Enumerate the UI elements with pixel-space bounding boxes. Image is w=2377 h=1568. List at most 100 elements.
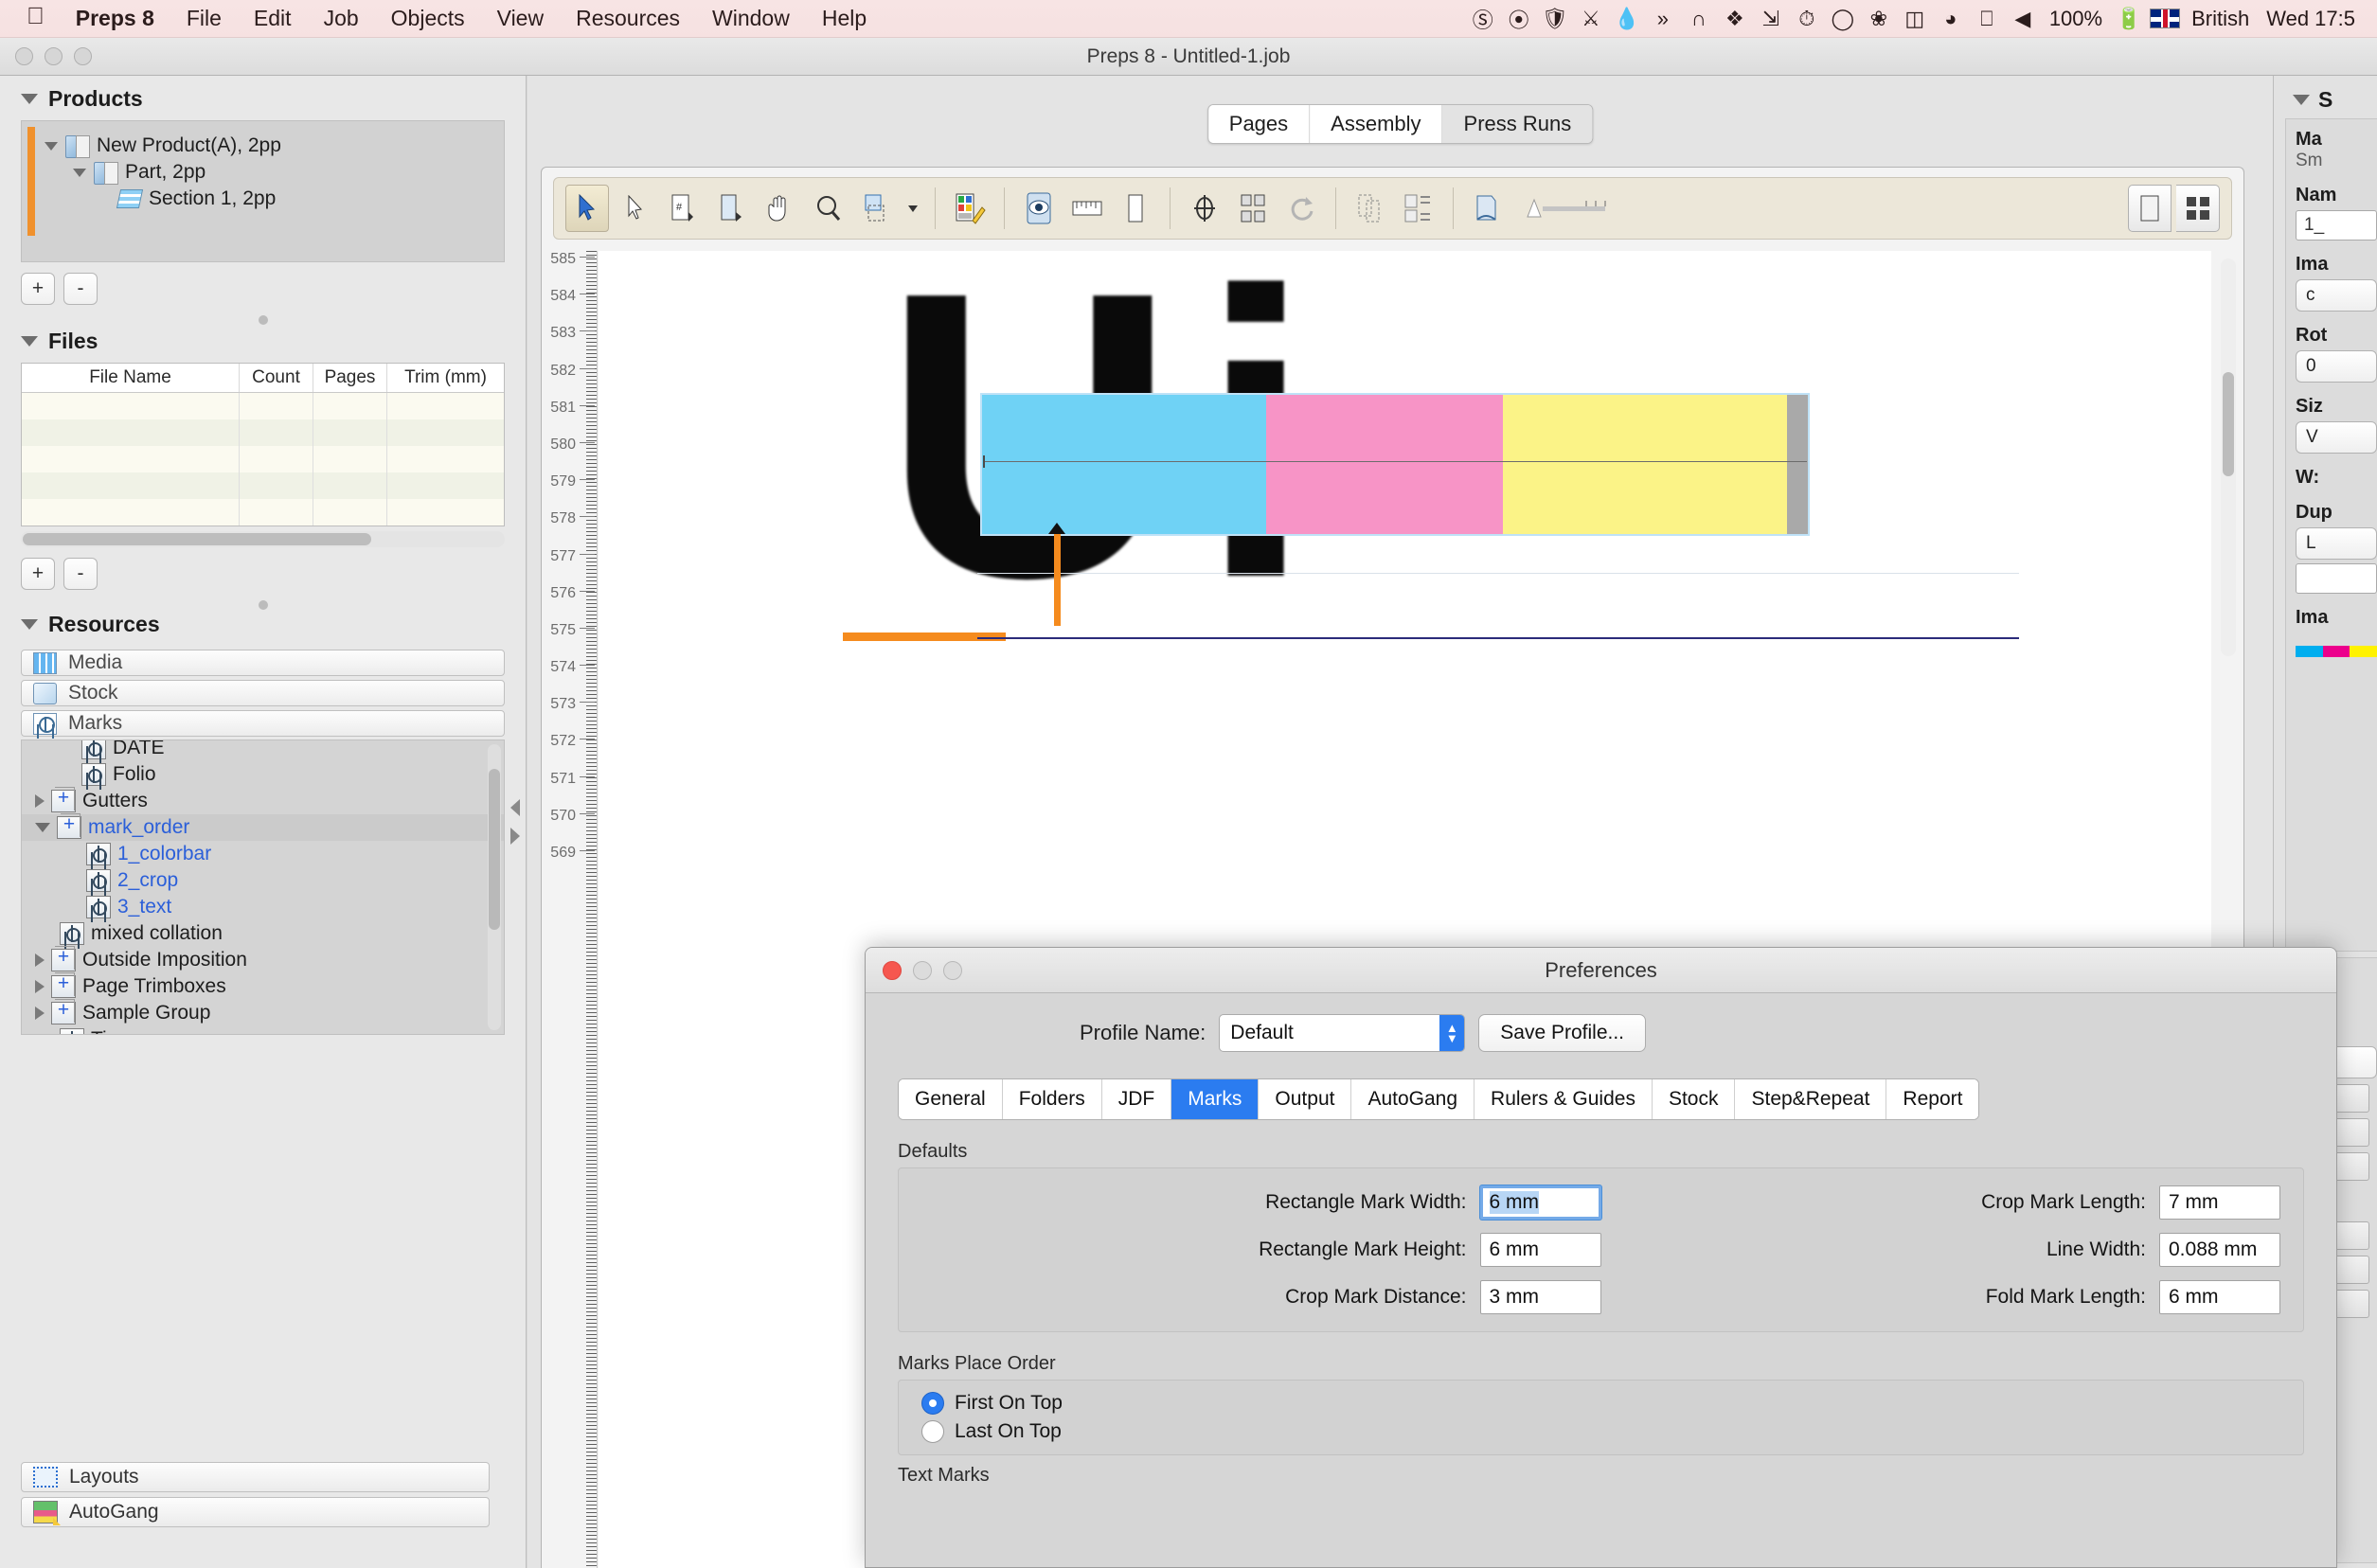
column-header-pages[interactable]: Pages — [313, 364, 387, 392]
resource-button-marks[interactable]: Marks — [21, 710, 505, 737]
marquee-dropdown-icon[interactable] — [903, 185, 922, 232]
add-file-button[interactable]: + — [21, 558, 55, 590]
volume-icon[interactable]: ◀ — [2005, 0, 2041, 38]
fold-icon[interactable] — [1466, 185, 1510, 232]
marks-tree-item-1-colorbar[interactable]: 1_colorbar — [22, 841, 504, 867]
shield-signal-icon[interactable]: 🛡 — [1537, 0, 1573, 38]
clock-label[interactable]: Wed 17:5 — [2258, 7, 2364, 31]
autogang-button[interactable]: AutoGang — [21, 1497, 490, 1527]
radio-dot-icon[interactable] — [921, 1420, 944, 1443]
menu-item-objects[interactable]: Objects — [375, 6, 481, 31]
mark-name-input[interactable]: 1_ — [2296, 210, 2377, 241]
crop-mark-distance-input[interactable]: 3 mm — [1479, 1280, 1601, 1314]
marks-tree-item-mixed-collation[interactable]: mixed collation — [22, 920, 504, 947]
canvas-vertical-scrollbar[interactable] — [2221, 258, 2236, 656]
chevron-down-icon[interactable] — [73, 168, 86, 177]
marks-tree-item-2-crop[interactable]: 2_crop — [22, 867, 504, 894]
menu-app-name[interactable]: Preps 8 — [60, 6, 170, 31]
tab-assembly[interactable]: Assembly — [1310, 105, 1443, 143]
product-tree-row[interactable]: Section 1, 2pp — [45, 186, 504, 212]
tab-general[interactable]: General — [899, 1079, 1003, 1119]
right-panel-section-header[interactable]: S — [2285, 76, 2377, 118]
tab-step-repeat[interactable]: Step&Repeat — [1735, 1079, 1887, 1119]
tab-autogang[interactable]: AutoGang — [1351, 1079, 1475, 1119]
tab-stock[interactable]: Stock — [1652, 1079, 1736, 1119]
sketch-icon[interactable]: Ⓢ — [1465, 0, 1501, 38]
menu-item-edit[interactable]: Edit — [238, 6, 308, 31]
menu-item-job[interactable]: Job — [308, 6, 375, 31]
layouts-button[interactable]: Layouts — [21, 1462, 490, 1492]
zoom-icon[interactable] — [807, 185, 850, 232]
resource-button-stock[interactable]: Stock — [21, 680, 505, 706]
rotation-select-button[interactable]: 0 — [2296, 350, 2377, 383]
marks-tree-item-date[interactable]: DATE — [22, 740, 504, 761]
battery-charging-icon[interactable]: 🔋 — [2111, 0, 2147, 38]
marquee-select-icon[interactable] — [855, 185, 899, 232]
airplay-icon[interactable]: ⎕ — [1969, 0, 2005, 38]
page-icon[interactable] — [1114, 185, 1157, 232]
step-repeat-icon[interactable] — [1397, 185, 1440, 232]
radio-dot-selected-icon[interactable] — [921, 1392, 944, 1415]
marks-tree-item-tira[interactable]: Tira — [22, 1026, 504, 1034]
marks-tree-scrollbar[interactable] — [488, 744, 501, 1030]
image-select-button[interactable]: c — [2296, 279, 2377, 312]
files-table[interactable]: File Name Count Pages Trim (mm) — [21, 363, 505, 526]
battery-bars-icon[interactable]: ◫ — [1897, 0, 1933, 38]
table-row[interactable] — [22, 393, 504, 419]
products-section-header[interactable]: Products — [0, 76, 526, 120]
column-header-file-name[interactable]: File Name — [22, 364, 240, 392]
colorbar-wand-icon[interactable] — [948, 185, 992, 232]
fold-mark-length-input[interactable]: 6 mm — [2159, 1280, 2280, 1314]
table-row[interactable] — [22, 499, 504, 526]
remove-product-button[interactable]: - — [63, 273, 98, 305]
duplicate-select-button[interactable]: L — [2296, 527, 2377, 560]
marks-tree-item-sample-group[interactable]: Sample Group — [22, 999, 504, 1026]
tab-marks[interactable]: Marks — [1171, 1079, 1260, 1119]
marks-tree-item-folio[interactable]: Folio — [22, 761, 504, 788]
files-section-header[interactable]: Files — [0, 327, 526, 363]
column-header-count[interactable]: Count — [240, 364, 313, 392]
size-select-button[interactable]: V — [2296, 421, 2377, 454]
wifi-icon[interactable]: ◕ — [1933, 0, 1969, 38]
registration-icon[interactable] — [1183, 185, 1226, 232]
duplicate-icon[interactable] — [1349, 185, 1392, 232]
tab-rulers-guides[interactable]: Rulers & Guides — [1474, 1079, 1653, 1119]
products-tree[interactable]: New Product(A), 2pp Part, 2pp Section 1,… — [21, 120, 505, 262]
rotate-icon[interactable] — [1279, 185, 1323, 232]
uk-flag-icon[interactable] — [2147, 0, 2183, 38]
marks-tree-item-mark-order[interactable]: mark_order — [22, 813, 504, 841]
chevron-down-icon[interactable] — [45, 141, 58, 151]
select-arrow-icon[interactable] — [565, 185, 609, 232]
tab-jdf[interactable]: JDF — [1101, 1079, 1172, 1119]
droplet-gradient-icon[interactable]: 💧 — [1609, 0, 1645, 38]
menu-item-resources[interactable]: Resources — [560, 6, 696, 31]
ruler-icon[interactable] — [1065, 185, 1109, 232]
hand-icon[interactable] — [759, 185, 802, 232]
chat-bubble-icon[interactable]: ◯ — [1825, 0, 1861, 38]
profile-name-select[interactable]: Default ▲ ▼ — [1219, 1014, 1466, 1052]
transfer-icon[interactable]: ⇲ — [1753, 0, 1789, 38]
menu-item-view[interactable]: View — [481, 6, 560, 31]
panel-resize-handle[interactable] — [258, 600, 268, 610]
resources-section-header[interactable]: Resources — [0, 612, 526, 646]
marks-tree-item-page-trimboxes[interactable]: Page Trimboxes — [22, 972, 504, 1000]
chevron-right-icon[interactable] — [35, 953, 45, 967]
rectangle-mark-height-input[interactable]: 6 mm — [1479, 1233, 1601, 1267]
grid-view-icon[interactable] — [2176, 185, 2220, 232]
duplicate-count-input[interactable] — [2296, 563, 2377, 594]
colorbar-mark[interactable] — [980, 393, 1810, 536]
menu-item-help[interactable]: Help — [806, 6, 883, 31]
chevron-right-icon[interactable] — [35, 980, 45, 993]
clock-icon[interactable]: ⏱ — [1789, 0, 1825, 38]
shield-crest-icon[interactable]: ⚔ — [1573, 0, 1609, 38]
product-tree-row[interactable]: New Product(A), 2pp — [45, 133, 504, 159]
chevron-down-icon[interactable] — [21, 336, 38, 347]
column-header-trim[interactable]: Trim (mm) — [387, 364, 504, 392]
table-row[interactable] — [22, 419, 504, 446]
creative-cloud-icon[interactable]: ⦿ — [1501, 0, 1537, 38]
chevron-right-icon[interactable] — [35, 794, 45, 808]
arch-icon[interactable]: ∩ — [1681, 0, 1717, 38]
marks-tree[interactable]: DATE Folio Gutters mark_order 1_colorbar — [21, 739, 505, 1035]
chevron-down-icon[interactable] — [21, 94, 38, 104]
product-tree-row[interactable]: Part, 2pp — [45, 159, 504, 186]
